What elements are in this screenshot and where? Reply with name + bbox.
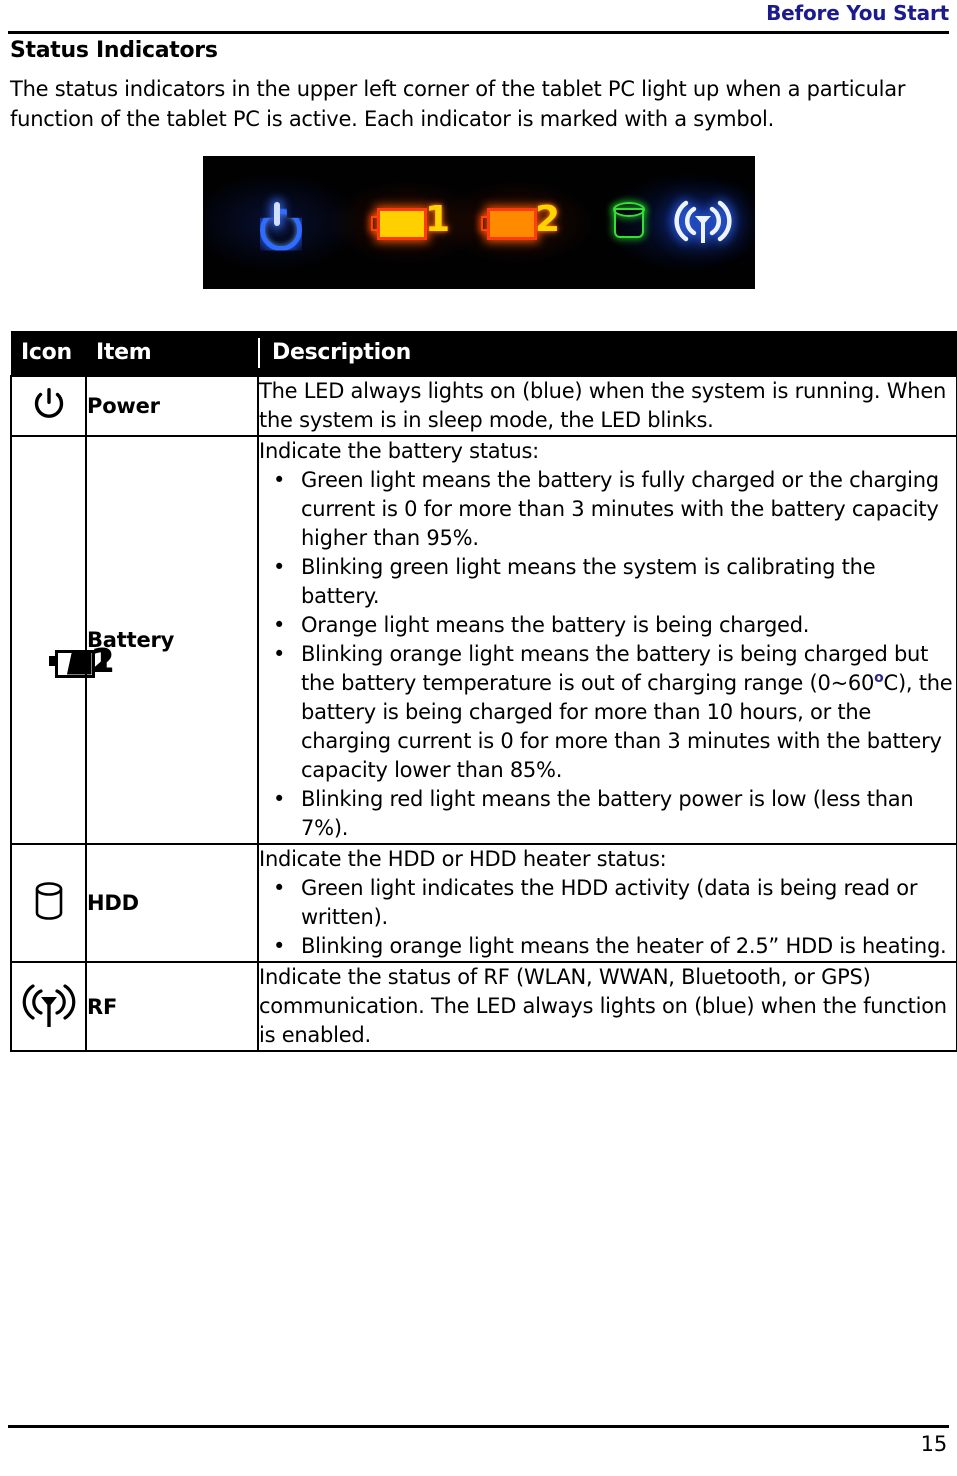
list-item: Green light means the battery is fully c… bbox=[259, 466, 956, 553]
hdd-icon-cell bbox=[10, 843, 87, 963]
power-icon-cell bbox=[10, 375, 87, 437]
battery-description-cell: Indicate the battery status: Green light… bbox=[257, 435, 957, 845]
table-header-row: Icon Item Description bbox=[11, 331, 957, 376]
list-item: Blinking red light means the battery pow… bbox=[259, 785, 956, 843]
table-header: Icon Item Description bbox=[11, 331, 957, 376]
battery-bullet-list: Green light means the battery is fully c… bbox=[259, 466, 956, 843]
table-header-icon-cell: Icon bbox=[11, 331, 86, 376]
status-indicator-table: Icon Item Description Power The LED alwa… bbox=[10, 331, 957, 1052]
list-item: Orange light means the battery is being … bbox=[259, 611, 956, 640]
table-row-rf: RF Indicate the status of RF (WLAN, WWAN… bbox=[10, 961, 957, 1052]
battery-2-digit: 2 bbox=[91, 640, 115, 680]
photo-rf-led bbox=[658, 197, 748, 249]
footer-divider bbox=[8, 1425, 949, 1428]
power-description-cell: The LED always lights on (blue) when the… bbox=[257, 375, 957, 437]
column-header-description: Description bbox=[258, 338, 957, 368]
table-row-battery: 1 2 Battery Indicate the battery status: bbox=[10, 435, 957, 845]
column-header-icon: Icon bbox=[21, 340, 72, 365]
battery-icon-cell: 1 2 bbox=[10, 435, 114, 845]
battery-2-glow-icon: 2 bbox=[479, 198, 577, 241]
photo-battery-2-led: 2 bbox=[473, 198, 583, 245]
hdd-item-label: HDD bbox=[85, 843, 259, 963]
rf-icon bbox=[20, 979, 78, 1031]
battery-2-glow-digit: 2 bbox=[535, 198, 561, 240]
page-number: 15 bbox=[920, 1432, 948, 1456]
status-indicator-photo: 1 2 bbox=[203, 156, 755, 289]
battery-1-glow-digit: 1 bbox=[425, 198, 451, 240]
rf-icon-cell bbox=[10, 961, 87, 1052]
power-item-label: Power bbox=[85, 375, 259, 437]
list-item: Blinking orange light means the heater o… bbox=[259, 932, 956, 961]
photo-power-led bbox=[233, 200, 323, 251]
list-item-temperature-range: Blinking orange light means the battery … bbox=[259, 640, 956, 785]
power-description-text: The LED always lights on (blue) when the… bbox=[259, 379, 947, 432]
led-photo-wrapper: 1 2 bbox=[10, 156, 948, 293]
hdd-icon bbox=[32, 880, 66, 922]
rf-item-label: RF bbox=[85, 961, 259, 1052]
column-header-item: Item bbox=[96, 340, 152, 365]
page-content: Status Indicators The status indicators … bbox=[10, 36, 957, 1052]
table-body: Power The LED always lights on (blue) wh… bbox=[10, 375, 957, 1052]
section-title: Status Indicators bbox=[10, 38, 218, 63]
hdd-glow-icon bbox=[611, 201, 645, 241]
hdd-bullet-list: Green light indicates the HDD activity (… bbox=[259, 874, 956, 961]
header-divider bbox=[8, 31, 949, 34]
degree-superscript: o bbox=[874, 670, 884, 686]
document-page: Before You Start Status Indicators The s… bbox=[0, 0, 957, 1476]
section-intro-paragraph: The status indicators in the upper left … bbox=[10, 77, 906, 131]
power-icon bbox=[31, 384, 67, 424]
photo-battery-1-led: 1 bbox=[363, 198, 473, 245]
table-row-power: Power The LED always lights on (blue) wh… bbox=[10, 375, 957, 437]
rf-description-text: Indicate the status of RF (WLAN, WWAN, B… bbox=[259, 965, 947, 1047]
rf-glow-icon bbox=[672, 197, 734, 245]
table-header-item-cell: Item bbox=[86, 331, 258, 376]
rf-description-cell: Indicate the status of RF (WLAN, WWAN, B… bbox=[257, 961, 957, 1052]
list-item: Blinking green light means the system is… bbox=[259, 553, 956, 611]
running-header: Before You Start bbox=[10, 0, 949, 34]
battery-description-lead: Indicate the battery status: bbox=[259, 439, 539, 463]
hdd-description-cell: Indicate the HDD or HDD heater status: G… bbox=[257, 843, 957, 963]
running-header-title: Before You Start bbox=[766, 1, 949, 25]
battery-1-glow-icon: 1 bbox=[369, 198, 467, 241]
photo-hdd-led bbox=[588, 201, 668, 245]
hdd-description-lead: Indicate the HDD or HDD heater status: bbox=[259, 847, 667, 871]
bullet-text-before: Blinking orange light means the battery … bbox=[301, 642, 929, 695]
table-row-hdd: HDD Indicate the HDD or HDD heater statu… bbox=[10, 843, 957, 963]
list-item: Green light indicates the HDD activity (… bbox=[259, 874, 956, 932]
table-header-description-cell: Description bbox=[258, 331, 957, 376]
power-glow-icon bbox=[256, 200, 302, 251]
